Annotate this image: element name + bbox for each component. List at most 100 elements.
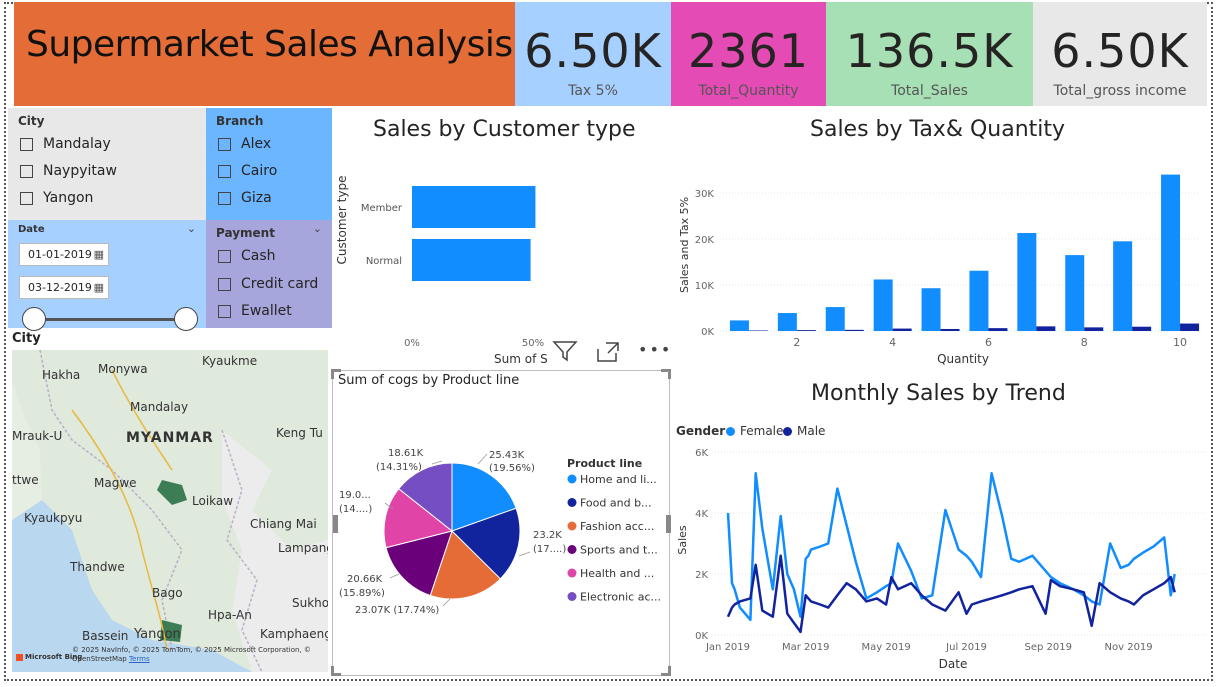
pie-legend-label: Electronic ac... [580,591,661,604]
branch-option-cairo[interactable]: Cairo [218,163,277,179]
title-banner: Supermarket Sales Analysis [14,2,515,106]
checkbox-icon[interactable] [218,304,231,318]
product-line-pie-chart[interactable]: Product line 25.43K (19.56%) 23.2K (17..… [335,388,665,673]
card-gross-income-value: 6.50K [1051,24,1189,78]
city-option-naypyitaw[interactable]: Naypyitaw [20,163,117,179]
card-tax[interactable]: 6.50K Tax 5% [515,2,671,106]
checkbox-icon[interactable] [218,249,231,263]
map-label: Yangon [134,627,181,642]
tax-bar-sales [1113,241,1133,331]
trend-xtick: May 2019 [861,642,910,653]
checkbox-icon[interactable] [20,164,33,178]
pie-legend-marker [567,545,577,554]
trend-ytick: 4K [695,509,708,520]
pie-slice-label: 19.0... [339,490,371,501]
chevron-down-icon[interactable]: ⌄ [313,222,322,235]
card-total-sales-value: 136.5K [845,24,1014,78]
card-total-sales-label: Total_Sales [891,83,968,99]
branch-option-alex[interactable]: Alex [218,136,271,152]
city-option-mandalay[interactable]: Mandalay [20,136,111,152]
checkbox-icon[interactable] [20,137,33,151]
legend-female[interactable]: Female [726,424,783,438]
card-total-quantity-label: Total_Quantity [698,83,799,99]
legend-dot-icon [783,426,792,436]
tax-ytick: 30K [695,189,715,200]
payment-option-cash[interactable]: Cash [218,248,276,264]
pie-slice-label: (15.89%) [339,588,385,599]
branch-option-giza[interactable]: Giza [218,190,272,206]
slider-end-handle[interactable] [174,307,198,331]
filter-icon[interactable] [552,340,578,367]
branch-slicer-title: Branch [216,114,264,128]
customer-type-chart[interactable]: Customer type 0% 50% Sum of S Member Norm… [332,150,668,365]
checkbox-icon[interactable] [218,191,231,205]
date-end-input[interactable]: 03-12-2019 ▦ [19,276,109,299]
tax-chart-xlabel: Quantity [937,352,989,366]
checkbox-icon[interactable] [218,137,231,151]
pie-legend-label: Home and li... [580,473,657,486]
resize-handle[interactable] [661,369,671,379]
pie-legend-marker [567,521,577,531]
customer-category-label: Normal [366,256,402,267]
tax-xtick: 6 [985,336,992,349]
city-map[interactable]: Hakha Monywa Kyaukme Mandalay Mrauk-U MY… [12,350,328,672]
city-slicer-title: City [18,114,45,128]
pie-legend-title: Product line [567,457,642,470]
monthly-sales-trend-chart[interactable]: Sales Date 0K 2K 4K 6K Jan 2019 Mar 2019 May 2… [672,440,1207,675]
map-label: Bago [152,586,183,600]
card-gross-income-label: Total_gross income [1053,83,1187,99]
checkbox-icon[interactable] [20,191,33,205]
terms-link[interactable]: Terms [129,655,150,663]
map-label: Mandalay [130,400,189,414]
sales-by-tax-quantity-chart[interactable]: Sales and Tax 5% Quantity 0K 10K 20K 30K 2 4 6… [672,150,1207,370]
resize-handle[interactable] [666,515,671,533]
card-total-sales[interactable]: 136.5K Total_Sales [826,2,1033,106]
focus-mode-icon[interactable] [596,341,620,367]
card-total-quantity-value: 2361 [687,24,810,78]
tax-bar-tax [796,330,816,331]
tax-bar-tax [1084,327,1104,331]
customer-chart-ylabel: Customer type [335,176,349,265]
map-label: Sukho [292,596,328,610]
trend-xtick: Jul 2019 [945,642,987,653]
tax-bar-sales [825,307,845,331]
map-attribution: © 2025 NavInfo, © 2025 TomTom, © 2025 Mi… [72,646,311,663]
map-label: Hpa-An [208,608,252,622]
tax-ytick: 20K [695,235,715,246]
card-total-quantity[interactable]: 2361 Total_Quantity [671,2,826,106]
pie-legend-label: Health and ... [580,567,654,580]
tax-chart-title: Sales by Tax& Quantity [810,117,1066,142]
more-options-icon[interactable]: ••• [638,340,672,359]
city-option-yangon[interactable]: Yangon [20,190,93,206]
payment-option-ewallet[interactable]: Ewallet [218,303,292,319]
tax-bar-sales [969,270,989,331]
page-title: Supermarket Sales Analysis [26,24,513,65]
pie-leader-line [477,453,488,465]
trend-chart-xlabel: Date [939,657,968,671]
legend-male[interactable]: Male [783,424,825,438]
map-label: Keng Tu [276,426,323,440]
tax-bar-tax [1180,323,1200,331]
slider-start-handle[interactable] [22,307,46,331]
tax-chart-ylabel: Sales and Tax 5% [678,197,691,293]
customer-chart-xlabel: Sum of S [494,352,548,365]
trend-xtick: Nov 2019 [1105,642,1153,653]
checkbox-icon[interactable] [218,277,231,291]
pie-legend-marker [567,568,577,578]
tax-xtick: 4 [889,336,896,349]
card-tax-label: Tax 5% [568,83,618,99]
calendar-icon[interactable]: ▦ [94,244,104,265]
pie-slice-label: 25.43K [489,450,525,461]
pie-legend-marker [567,474,577,484]
pie-legend-label: Sports and t... [580,544,658,557]
checkbox-icon[interactable] [218,164,231,178]
trend-ytick: 0K [695,631,708,642]
calendar-icon[interactable]: ▦ [94,277,104,298]
payment-option-credit-card[interactable]: Credit card [218,276,318,292]
date-range-slider[interactable] [36,318,186,321]
date-start-input[interactable]: 01-01-2019 ▦ [19,243,109,266]
map-label: Thandwe [70,560,125,574]
chevron-down-icon[interactable]: ⌄ [187,222,196,235]
card-gross-income[interactable]: 6.50K Total_gross income [1033,2,1207,106]
map-title: City [12,331,41,346]
